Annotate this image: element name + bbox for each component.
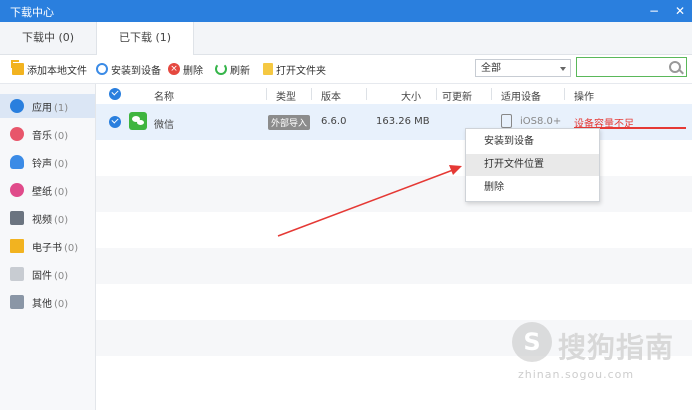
sogou-logo-icon: S — [512, 322, 552, 362]
menu-item-open-file-location[interactable]: 打开文件位置 — [466, 154, 599, 176]
watermark-url: zhinan.sogou.com — [518, 368, 635, 381]
watermark-text: 搜狗指南 — [558, 331, 675, 364]
context-menu: 安装到设备 打开文件位置 删除 — [465, 128, 600, 202]
menu-item-delete[interactable]: 删除 — [466, 177, 599, 199]
menu-item-install[interactable]: 安装到设备 — [466, 131, 599, 153]
watermark: S 搜狗指南 zhinan.sogou.com — [512, 322, 692, 392]
